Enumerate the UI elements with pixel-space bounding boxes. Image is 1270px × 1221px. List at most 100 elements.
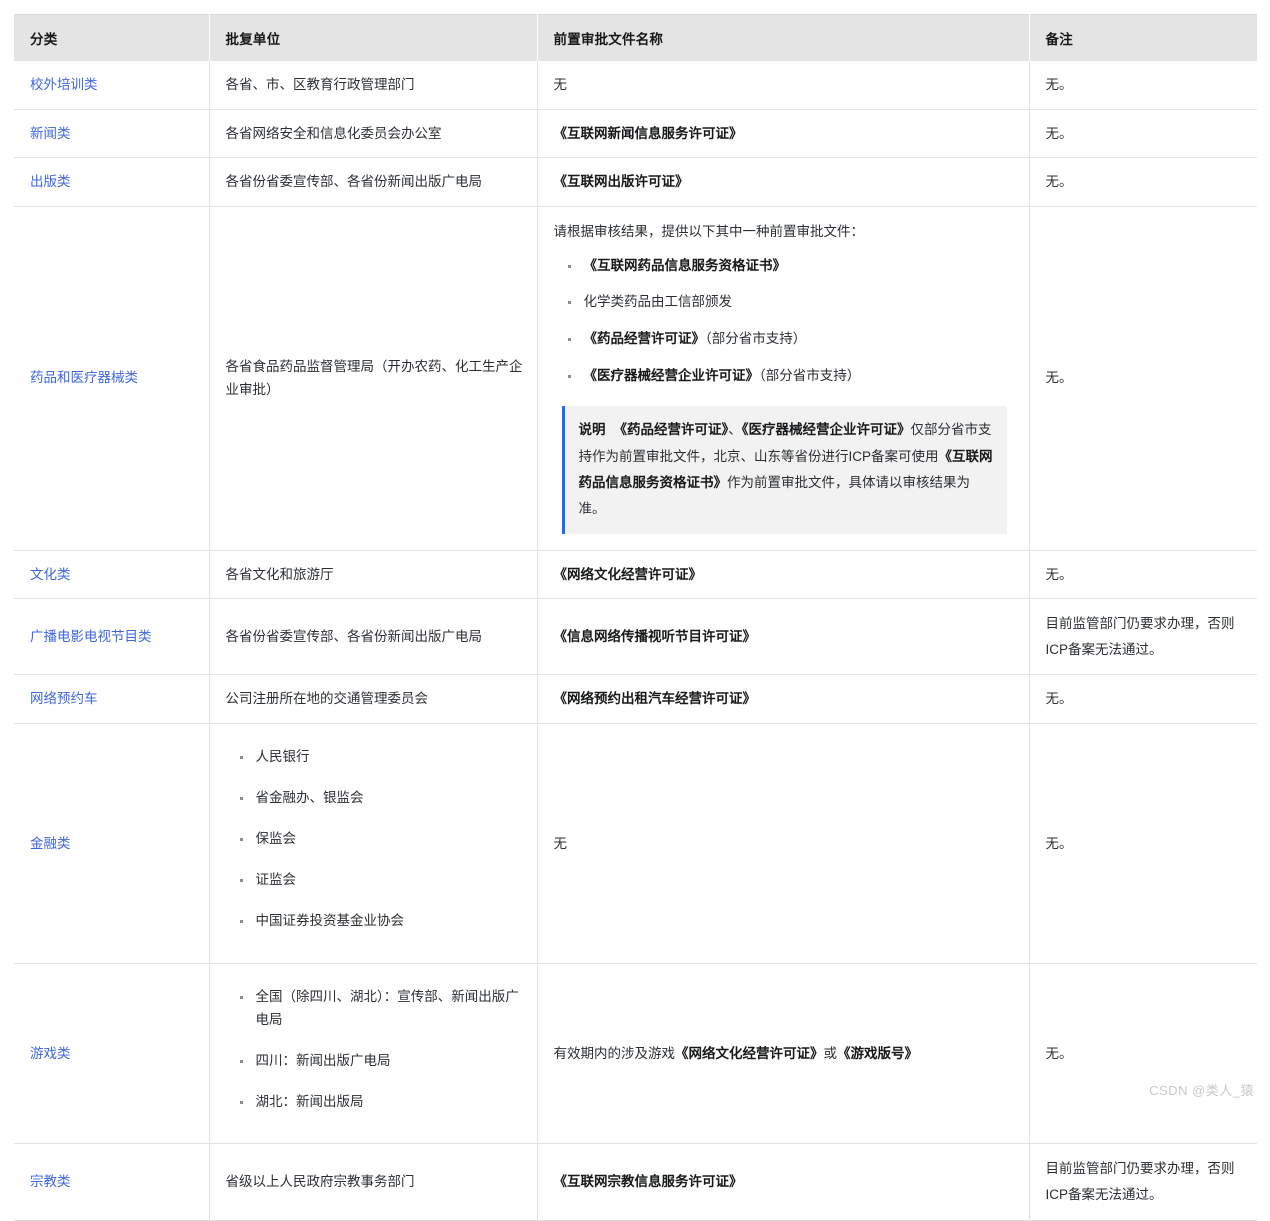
table-header: 分类 批复单位 前置审批文件名称 备注 (14, 14, 1257, 61)
authority-list-item: 保监会 (239, 828, 523, 851)
category-link[interactable]: 文化类 (30, 567, 71, 582)
document-item-text: 化学类药品由工信部颁发 (583, 294, 733, 310)
cell-remark: 无。 (1045, 77, 1073, 92)
cell-document: 请根据审核结果，提供以下其中一种前置审批文件： 《互联网药品信息服务资格证书》化… (537, 205, 1030, 551)
authority-list-item: 湖北：新闻出版局 (239, 1091, 523, 1114)
category-link[interactable]: 网络预约车 (30, 691, 98, 706)
cell-document: 《互联网出版许可证》 (537, 157, 1030, 207)
authority-list-item: 中国证券投资基金业协会 (239, 910, 523, 933)
cell-authority: 各省网络安全和信息化委员会办公室 (209, 108, 538, 158)
cell-category: 金融类 (14, 723, 210, 964)
cell-document: 有效期内的涉及游戏《网络文化经营许可证》或《游戏版号》 (537, 962, 1030, 1144)
document-text: 有效期内的涉及游戏 (553, 1045, 676, 1061)
cell-remark: 目前监管部门仍要求办理，否则ICP备案无法通过。 (1029, 598, 1257, 675)
note-body: 《药品经营许可证》、《医疗器械经营企业许可证》仅部分省市支持作为前置审批文件，北… (579, 422, 993, 516)
table-row: 金融类 人民银行省金融办、银监会 保监会证监会中国证券投资基金业协会 无 无。 (14, 723, 1257, 964)
cell-authority: 各省、市、区教育行政管理部门 (209, 61, 538, 110)
category-link[interactable]: 药品和医疗器械类 (30, 370, 138, 385)
cell-category: 文化类 (14, 549, 210, 599)
document-name-bold: 《网络文化经营许可证》 (675, 1045, 824, 1061)
cell-document: 《互联网新闻信息服务许可证》 (537, 108, 1030, 158)
csdn-watermark: CSDN @类人_猿 (1149, 1083, 1254, 1098)
category-link[interactable]: 游戏类 (30, 1046, 71, 1061)
cell-document: 无 (537, 723, 1030, 964)
document-name-bold: 《游戏版号》 (837, 1045, 918, 1061)
cell-document: 《网络预约出租汽车经营许可证》 (537, 674, 1030, 724)
cell-category: 药品和医疗器械类 (14, 205, 210, 551)
cell-category: 广播电影电视节目类 (14, 598, 210, 675)
cell-authority: 各省份省委宣传部、各省份新闻出版广电局 (209, 157, 538, 207)
document-name-bold: 《网络文化经营许可证》 (553, 566, 703, 582)
column-header-category: 分类 (14, 14, 210, 61)
note-emphasis: 《药品经营许可证》 (613, 422, 729, 438)
cell-remark: 无。 (1029, 723, 1257, 964)
category-link[interactable]: 校外培训类 (30, 77, 98, 92)
cell-category: 宗教类 (14, 1143, 210, 1221)
cell-document: 《信息网络传播视听节目许可证》 (537, 598, 1030, 675)
document-list-item: 化学类药品由工信部颁发 (567, 291, 1015, 314)
cell-remark: 无。 (1029, 549, 1257, 599)
prefiling-approval-table: 分类 批复单位 前置审批文件名称 备注 校外培训类 各省、市、区教育行政管理部门… (14, 14, 1257, 1221)
cell-document: 无 (537, 61, 1030, 110)
document-item-text: （部分省市支持） (759, 368, 861, 384)
column-header-remark: 备注 (1029, 14, 1257, 61)
cell-category: 出版类 (14, 157, 210, 207)
cell-remark: 目前监管部门仍要求办理，否则ICP备案无法通过。 (1029, 1143, 1257, 1221)
cell-authority: 各省份省委宣传部、各省份新闻出版广电局 (209, 598, 538, 675)
table-row: 文化类 各省文化和旅游厅 《网络文化经营许可证》 无。 (14, 549, 1257, 599)
table-row: 新闻类 各省网络安全和信息化委员会办公室 《互联网新闻信息服务许可证》 无。 (14, 108, 1257, 158)
cell-remark: 无。 (1029, 157, 1257, 207)
cell-remark: 无。 (1029, 108, 1257, 158)
document-list-item: 《药品经营许可证》（部分省市支持） (567, 328, 1015, 351)
table-row: 网络预约车 公司注册所在地的交通管理委员会 《网络预约出租汽车经营许可证》 无。 (14, 674, 1257, 724)
table-row: 出版类 各省份省委宣传部、各省份新闻出版广电局 《互联网出版许可证》 无。 (14, 157, 1257, 207)
cell-remark: 无。 (1029, 962, 1257, 1144)
document-name-bold: 《互联网出版许可证》 (553, 174, 689, 190)
document-text: 或 (823, 1045, 838, 1061)
document-item-text: （部分省市支持） (705, 331, 807, 347)
document-name-bold: 《网络预约出租汽车经营许可证》 (553, 691, 757, 707)
note-text: 、 (728, 422, 742, 438)
cell-category: 游戏类 (14, 962, 210, 1144)
category-link[interactable]: 宗教类 (30, 1174, 71, 1189)
authority-list-item: 省金融办、银监会 (239, 787, 523, 810)
category-link[interactable]: 金融类 (30, 836, 71, 851)
authority-item-list: 全国（除四川、湖北）：宣传部、新闻出版广电局四川：新闻出版广电局 湖北：新闻出版局 (226, 986, 523, 1114)
authority-list-item: 人民银行 (239, 746, 523, 769)
category-link[interactable]: 广播电影电视节目类 (30, 629, 152, 644)
document-item-list: 《互联网药品信息服务资格证书》 化学类药品由工信部颁发 《药品经营许可证》（部分省市… (554, 255, 1015, 389)
table-header-row: 分类 批复单位 前置审批文件名称 备注 (14, 14, 1257, 61)
cell-document: 《互联网宗教信息服务许可证》 (537, 1143, 1030, 1221)
table-row: 游戏类 全国（除四川、湖北）：宣传部、新闻出版广电局四川：新闻出版广电局 湖北：新… (14, 962, 1257, 1144)
note-label: 说明 (578, 422, 606, 438)
document-name-bold: 《药品经营许可证》 (583, 331, 706, 347)
cell-remark: 无。 (1029, 674, 1257, 724)
cell-authority: 各省文化和旅游厅 (209, 549, 538, 599)
document-list-item: 《互联网药品信息服务资格证书》 (567, 255, 1015, 278)
category-link[interactable]: 新闻类 (30, 126, 71, 141)
note-emphasis: 《医疗器械经营企业许可证》 (741, 422, 911, 438)
table-row: 宗教类 省级以上人民政府宗教事务部门 《互联网宗教信息服务许可证》 目前监管部门… (14, 1143, 1257, 1221)
cell-authority: 人民银行省金融办、银监会 保监会证监会中国证券投资基金业协会 (209, 723, 538, 964)
authority-list-item: 证监会 (239, 869, 523, 892)
cell-category: 网络预约车 (14, 674, 210, 724)
authority-list-item: 全国（除四川、湖北）：宣传部、新闻出版广电局 (239, 986, 523, 1032)
cell-category: 新闻类 (14, 108, 210, 158)
cell-authority: 公司注册所在地的交通管理委员会 (209, 674, 538, 724)
category-link[interactable]: 出版类 (30, 174, 71, 189)
document-name-bold: 《互联网药品信息服务资格证书》 (583, 257, 787, 273)
column-header-authority: 批复单位 (209, 14, 538, 61)
cell-authority: 各省食品药品监督管理局（开办农药、化工生产企业审批） (209, 205, 538, 551)
cell-document: 《网络文化经营许可证》 (537, 549, 1030, 599)
document-name-bold: 《信息网络传播视听节目许可证》 (553, 628, 757, 644)
prefiling-approval-table-container: 分类 批复单位 前置审批文件名称 备注 校外培训类 各省、市、区教育行政管理部门… (14, 14, 1257, 1221)
document-lead-text: 请根据审核结果，提供以下其中一种前置审批文件： (553, 223, 865, 239)
cell-category: 校外培训类 (14, 61, 210, 110)
authority-list-item: 四川：新闻出版广电局 (239, 1050, 523, 1073)
cell-remark: 无。 (1029, 205, 1257, 551)
document-list-item: 《医疗器械经营企业许可证》（部分省市支持） (567, 365, 1015, 388)
document-name-bold: 《互联网宗教信息服务许可证》 (553, 1174, 743, 1190)
cell-authority: 全国（除四川、湖北）：宣传部、新闻出版广电局四川：新闻出版广电局 湖北：新闻出版局 (209, 962, 538, 1144)
column-header-document: 前置审批文件名称 (537, 14, 1030, 61)
document-name-bold: 《医疗器械经营企业许可证》 (583, 368, 760, 384)
